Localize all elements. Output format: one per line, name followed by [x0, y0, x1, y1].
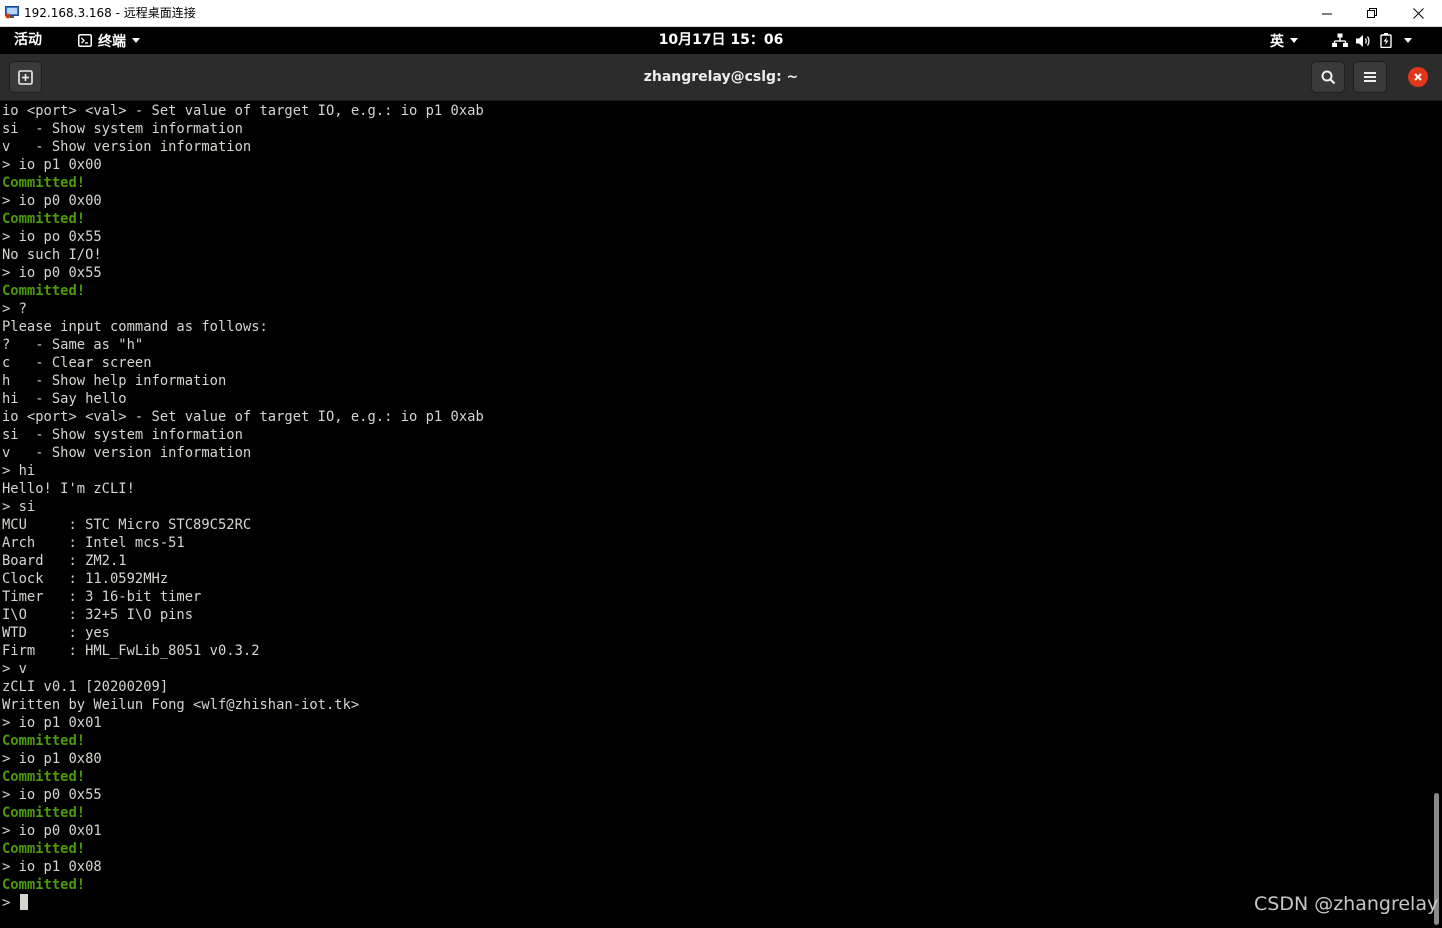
- terminal-title: zhangrelay@cslg: ~: [643, 69, 799, 85]
- chevron-down-icon: [1290, 38, 1298, 43]
- terminal-line: zCLI v0.1 [20200209]: [2, 679, 169, 695]
- terminal-line: > io p0 0x55: [2, 265, 102, 281]
- hamburger-menu-icon: [1364, 72, 1376, 82]
- close-icon: [1412, 7, 1424, 19]
- terminal-line: v - Show version information: [2, 139, 252, 155]
- terminal-line: Arch : Intel mcs-51: [2, 535, 185, 551]
- terminal-line: > io po 0x55: [2, 229, 102, 245]
- terminal-line: > io p0 0x00: [2, 193, 102, 209]
- system-status-menu[interactable]: [1332, 27, 1412, 54]
- activities-button[interactable]: 活动: [14, 27, 42, 54]
- terminal-close-button[interactable]: [1408, 67, 1428, 87]
- minimize-button[interactable]: [1304, 0, 1350, 26]
- clock[interactable]: 10月17日 15：06: [659, 32, 784, 48]
- new-tab-icon: [18, 69, 33, 85]
- watermark: CSDN @zhangrelay: [1254, 893, 1439, 915]
- battery-icon: [1380, 33, 1392, 48]
- terminal-line: Committed!: [2, 283, 86, 299]
- terminal-line: Please input command as follows:: [2, 319, 268, 335]
- terminal-line: si - Show system information: [2, 121, 243, 137]
- terminal-line: c - Clear screen: [2, 355, 152, 371]
- terminal-line: io <port> <val> - Set value of target IO…: [2, 103, 484, 119]
- restore-button[interactable]: [1349, 0, 1395, 26]
- terminal-line: > io p0 0x01: [2, 823, 102, 839]
- close-icon: [1414, 73, 1422, 81]
- terminal-header-bar: zhangrelay@cslg: ~: [0, 54, 1442, 101]
- text-cursor: [19, 894, 28, 910]
- terminal-scrollbar[interactable]: [1432, 101, 1442, 928]
- minimize-icon: [1321, 13, 1332, 14]
- terminal-line: Committed!: [2, 769, 86, 785]
- chevron-down-icon: [1404, 38, 1412, 43]
- app-menu-terminal[interactable]: 终端: [78, 27, 140, 54]
- terminal-line: > v: [2, 661, 27, 677]
- terminal-line: ? - Same as "h": [2, 337, 144, 353]
- terminal-line: > si: [2, 499, 36, 515]
- terminal-line: hi - Say hello: [2, 391, 127, 407]
- terminal-line: > io p1 0x00: [2, 157, 102, 173]
- terminal-line: Committed!: [2, 211, 86, 227]
- terminal-line: WTD : yes: [2, 625, 110, 641]
- terminal-line: Committed!: [2, 175, 86, 191]
- app-menu-label: 终端: [98, 33, 126, 50]
- rdp-window-title: 192.168.3.168 - 远程桌面连接: [24, 6, 196, 20]
- terminal-line: Firm : HML_FwLib_8051 v0.3.2: [2, 643, 260, 659]
- new-tab-button[interactable]: [9, 61, 42, 93]
- input-method-label: 英: [1270, 33, 1284, 50]
- terminal-line: Committed!: [2, 805, 86, 821]
- terminal-line: > ?: [2, 301, 27, 317]
- terminal-line: > hi: [2, 463, 36, 479]
- terminal-line: io <port> <val> - Set value of target IO…: [2, 409, 484, 425]
- remote-desktop-icon: [5, 6, 19, 19]
- terminal-line: > io p1 0x01: [2, 715, 102, 731]
- network-icon: [1332, 33, 1348, 47]
- terminal-line: Committed!: [2, 841, 86, 857]
- chevron-down-icon: [132, 38, 140, 43]
- input-method-menu[interactable]: 英: [1270, 27, 1298, 54]
- volume-icon: [1356, 34, 1370, 47]
- terminal-line: Board : ZM2.1: [2, 553, 127, 569]
- terminal-line: v - Show version information: [2, 445, 252, 461]
- search-button[interactable]: [1311, 61, 1345, 93]
- terminal-line: Committed!: [2, 877, 86, 893]
- prompt-symbol: >: [2, 895, 11, 911]
- terminal-line: h - Show help information: [2, 373, 227, 389]
- terminal-line: > io p1 0x80: [2, 751, 102, 767]
- terminal-line: MCU : STC Micro STC89C52RC: [2, 517, 252, 533]
- window-close-button[interactable]: [1395, 0, 1441, 26]
- terminal-line: > io p1 0x08: [2, 859, 102, 875]
- terminal-line: Timer : 3 16-bit timer: [2, 589, 202, 605]
- terminal-line: Clock : 11.0592MHz: [2, 571, 169, 587]
- rdp-title-bar: 192.168.3.168 - 远程桌面连接: [0, 0, 1442, 27]
- terminal-output[interactable]: io <port> <val> - Set value of target IO…: [0, 101, 1432, 928]
- terminal-line: Committed!: [2, 733, 86, 749]
- terminal-line: > io p0 0x55: [2, 787, 102, 803]
- search-icon: [1321, 70, 1335, 84]
- menu-button[interactable]: [1353, 61, 1387, 93]
- terminal-line: Written by Weilun Fong <wlf@zhishan-iot.…: [2, 697, 360, 713]
- restore-icon: [1366, 7, 1377, 18]
- terminal-icon: [78, 34, 92, 47]
- command-prompt[interactable]: >: [2, 894, 28, 912]
- terminal-line: si - Show system information: [2, 427, 243, 443]
- gnome-top-bar: 活动 终端 10月17日 15：06 英: [0, 27, 1442, 54]
- terminal-line: I\O : 32+5 I\O pins: [2, 607, 194, 623]
- terminal-line: No such I/O!: [2, 247, 102, 263]
- terminal-line: Hello! I'm zCLI!: [2, 481, 135, 497]
